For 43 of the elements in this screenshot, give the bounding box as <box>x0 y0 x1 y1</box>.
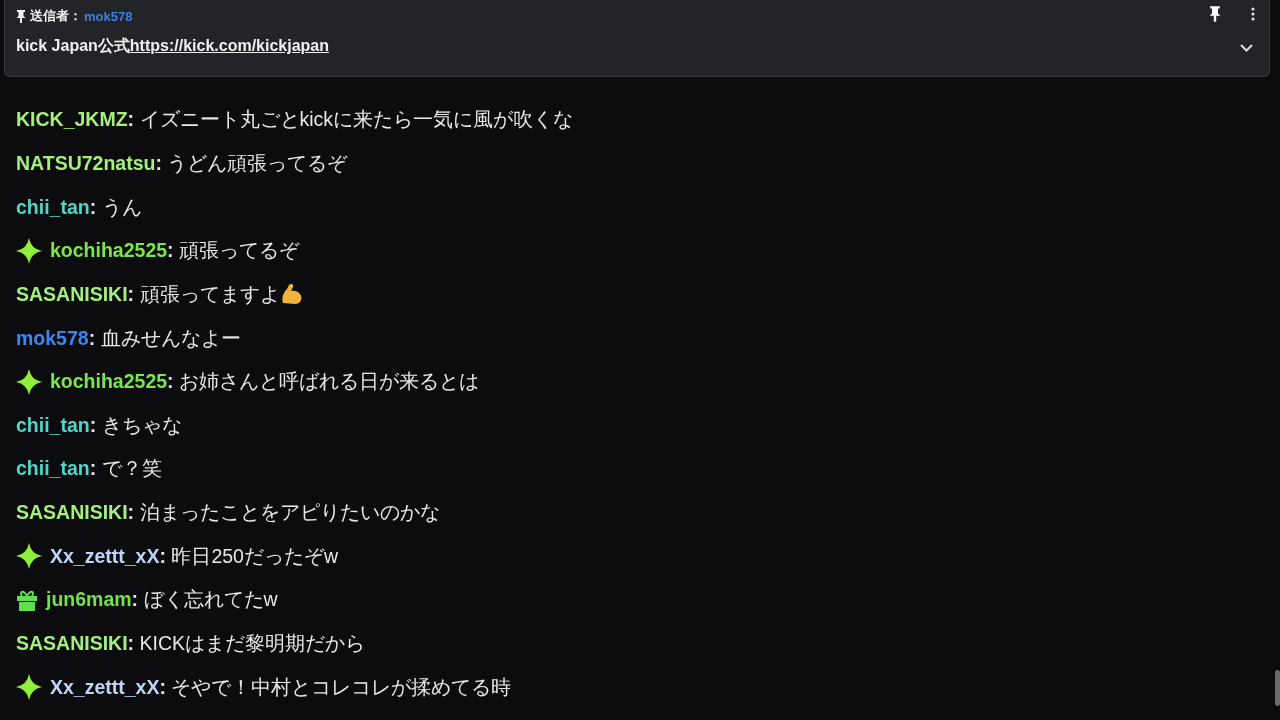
username[interactable]: Xx_zettt_xX <box>50 675 160 699</box>
message-text: : 血みせんなよー <box>88 325 241 351</box>
sparkle-icon <box>16 368 42 395</box>
message-text: : うどん頑張ってるぞ <box>155 150 348 176</box>
message-text: : きちゃな <box>89 412 182 438</box>
message-text: : そやで！中村とコレコレが揉めてる時 <box>159 674 512 700</box>
sparkle-icon <box>16 543 42 570</box>
sparkle-icon <box>16 237 42 264</box>
chevron-down-icon[interactable] <box>1240 44 1253 52</box>
more-icon[interactable] <box>1251 7 1255 21</box>
username[interactable]: SASANISIKI <box>16 632 128 655</box>
sparkle-icon <box>16 674 42 701</box>
link[interactable]: https://kick.com/kickjapan <box>129 37 329 55</box>
username[interactable]: kochiha2525 <box>50 239 168 263</box>
username[interactable]: SASANISIKI <box>16 282 128 306</box>
username[interactable]: NATSU72natsu <box>16 151 156 175</box>
username[interactable]: chii_tan <box>16 195 90 219</box>
username[interactable]: jun6mam <box>46 588 132 612</box>
username[interactable]: KICK_JKMZ <box>16 108 128 132</box>
username[interactable]: chii_tan <box>16 457 90 481</box>
username[interactable]: kochiha2525 <box>50 370 168 394</box>
message-text: : ぼく忘れてたw <box>131 587 278 613</box>
username[interactable]: Xx_zettt_xX <box>50 544 160 568</box>
message-text: : で？笑 <box>89 456 162 482</box>
message-text: : 頑張ってるぞ <box>167 238 299 264</box>
username[interactable]: chii_tan <box>16 413 90 437</box>
sender-name[interactable]: mok578 <box>84 8 133 24</box>
pinned-message: kick Japan公式 <box>16 35 130 56</box>
message-text: : うん <box>89 194 142 220</box>
message-text: : 頑張ってますよ <box>127 281 280 307</box>
scrollbar-thumb[interactable] <box>1275 670 1280 706</box>
message-text: : 昨日250だったぞw <box>159 543 338 569</box>
sender-label: 送信者： <box>30 7 82 25</box>
username[interactable]: SASANISIKI <box>16 501 128 525</box>
gift-icon <box>16 588 38 611</box>
message-text: : イズニート丸ごとkickに来たら一気に風が吹くな <box>127 107 574 133</box>
message-text: : KICKはまだ黎明期だから <box>127 631 366 656</box>
message-text: : 泊まったことをアピりたいのかな <box>127 500 440 526</box>
flexed-arm-icon <box>279 283 304 306</box>
pin-icon <box>16 9 26 23</box>
message-text: : お姉さんと呼ばれる日が来るとは <box>167 369 479 395</box>
pin-icon[interactable] <box>1209 6 1221 22</box>
username[interactable]: mok578 <box>16 326 89 350</box>
